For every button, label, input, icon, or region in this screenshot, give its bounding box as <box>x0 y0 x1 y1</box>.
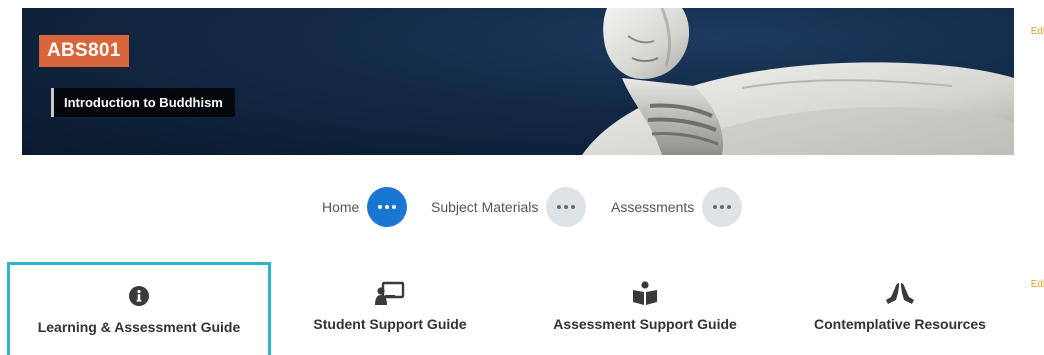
nav-item-subject-materials[interactable]: Subject Materials <box>431 186 587 228</box>
subject-page: ABS801 Introduction to Buddhism Edit Hom… <box>0 0 1044 355</box>
assessments-menu-button[interactable] <box>702 187 743 227</box>
nav-label-home[interactable]: Home <box>322 199 359 215</box>
guide-card-learning-assessment[interactable]: Learning & Assessment Guide <box>7 262 271 355</box>
nav-label-subject-materials[interactable]: Subject Materials <box>431 199 538 215</box>
info-circle-icon <box>128 283 150 309</box>
home-menu-button[interactable] <box>367 187 408 227</box>
nav-item-assessments[interactable]: Assessments <box>611 186 743 228</box>
praying-hands-icon <box>885 280 915 306</box>
guide-card-assessment-support[interactable]: Assessment Support Guide <box>540 262 750 355</box>
guide-label: Student Support Guide <box>313 316 467 332</box>
guides-edit-link[interactable]: Edit <box>1031 279 1044 290</box>
guide-card-student-support[interactable]: Student Support Guide <box>290 262 490 355</box>
guide-label: Contemplative Resources <box>814 316 986 332</box>
more-dots-icon <box>713 205 732 209</box>
subject-materials-menu-button[interactable] <box>546 187 587 227</box>
guide-label: Assessment Support Guide <box>553 316 737 332</box>
reader-book-icon <box>631 280 659 306</box>
nav-label-assessments[interactable]: Assessments <box>611 199 694 215</box>
presenter-board-icon <box>375 280 405 306</box>
subject-code-badge: ABS801 <box>39 35 129 67</box>
banner-edit-link[interactable]: Edit <box>1031 26 1044 37</box>
subject-nav: Home Subject Materials Assessments <box>0 186 1044 228</box>
subject-title: Introduction to Buddhism <box>51 88 235 117</box>
nav-item-home[interactable]: Home <box>322 186 408 228</box>
guide-links: Learning & Assessment Guide Student Supp… <box>0 262 1044 355</box>
guide-label: Learning & Assessment Guide <box>37 319 241 335</box>
buddha-statue-image <box>582 8 1014 155</box>
subject-banner: ABS801 Introduction to Buddhism <box>22 8 1014 155</box>
guide-card-contemplative-resources[interactable]: Contemplative Resources <box>800 262 1000 355</box>
more-dots-icon <box>378 205 397 209</box>
more-dots-icon <box>557 205 576 209</box>
